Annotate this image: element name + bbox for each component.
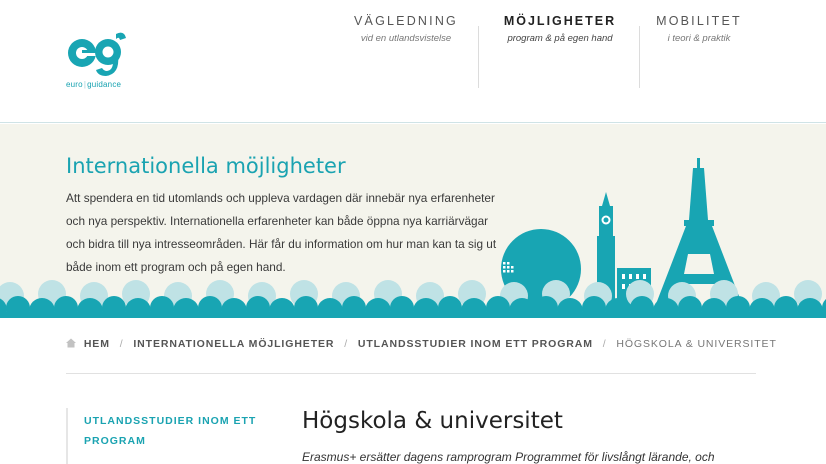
page-title: Högskola & universitet [302, 408, 563, 434]
breadcrumb-separator: / [119, 338, 124, 350]
nav-divider [478, 26, 479, 88]
hero-text: Att spendera en tid utomlands och upplev… [66, 187, 526, 279]
nav-subtitle: program & på egen hand [507, 33, 613, 44]
nav-subtitle: vid en utlandsvistelse [360, 33, 452, 44]
sidebar: UTLANDSSTUDIER INOM ETT PROGRAM [66, 408, 266, 464]
breadcrumb-separator: / [344, 338, 349, 350]
hero-text-line: och bidra till nya intresseområden. Här … [66, 237, 497, 251]
logo-wordmark-left: euro [66, 80, 83, 89]
site-header: euro|guidance VÄGLEDNING vid en utlandsv… [0, 0, 826, 123]
breadcrumb-link-internationella[interactable]: INTERNATIONELLA MÖJLIGHETER [133, 338, 334, 350]
breadcrumb-link-utlandsstudier[interactable]: UTLANDSSTUDIER INOM ETT PROGRAM [358, 338, 593, 350]
logo-wordmark: euro|guidance [66, 80, 122, 89]
breadcrumb-separator: / [602, 338, 607, 350]
nav-title: MOBILITET [656, 14, 742, 28]
nav-item-mobilitet[interactable]: MOBILITET i teori & praktik [654, 0, 744, 62]
logo-wordmark-right: guidance [87, 80, 122, 89]
hero-text-line: och nya perspektiv. Internationella erfa… [66, 214, 489, 228]
nav-title: VÄGLEDNING [354, 14, 458, 28]
hero-text-line: både inom ett program och på egen hand. [66, 260, 286, 274]
main-intro-text: Erasmus+ ersätter dagens ramprogram Prog… [302, 450, 715, 464]
hero-title: Internationella möjligheter [66, 154, 346, 178]
hero-banner: Internationella möjligheter Att spendera… [0, 124, 826, 318]
breadcrumb-home-link[interactable]: HEM [84, 338, 110, 350]
nav-item-mojligheter[interactable]: MÖJLIGHETER program & på egen hand [494, 0, 626, 62]
breadcrumb: HEM / INTERNATIONELLA MÖJLIGHETER / UTLA… [66, 338, 776, 374]
nav-item-vagledning[interactable]: VÄGLEDNING vid en utlandsvistelse [350, 0, 462, 62]
nav-subtitle: i teori & praktik [667, 33, 731, 44]
nav-title: MÖJLIGHETER [503, 14, 617, 28]
sidebar-item-utlandsstudier[interactable]: UTLANDSSTUDIER INOM ETT PROGRAM [84, 411, 264, 451]
hero-text-line: Att spendera en tid utomlands och upplev… [66, 191, 495, 205]
breadcrumb-current: HÖGSKOLA & UNIVERSITET [616, 338, 777, 350]
nav-divider [639, 26, 640, 88]
home-icon[interactable] [66, 338, 76, 348]
